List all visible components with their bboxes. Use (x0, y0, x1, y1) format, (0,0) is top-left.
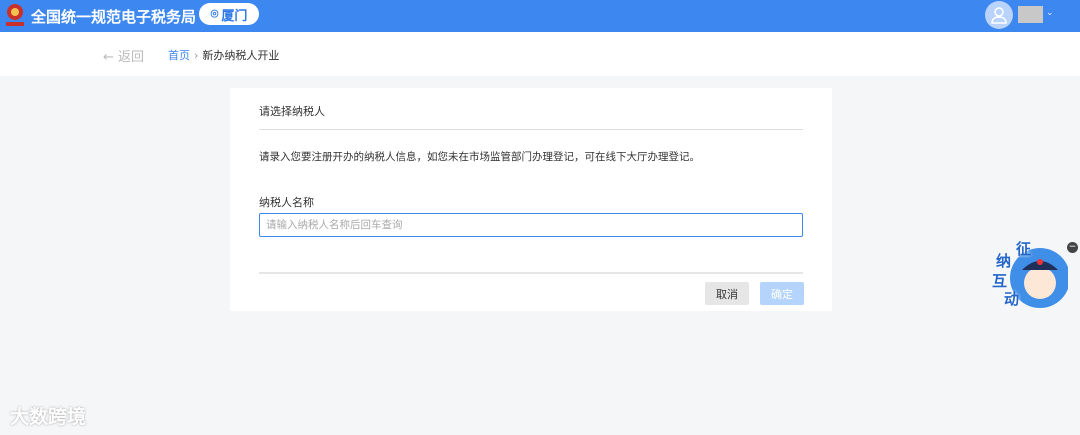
location-pin-icon: ⌾ (210, 6, 219, 22)
city-label: 厦门 (221, 8, 248, 24)
watermark: 大数跨境 (10, 406, 87, 428)
breadcrumb-home[interactable]: 首页 (168, 49, 190, 62)
chevron-down-icon[interactable]: ⌄ (1046, 8, 1054, 18)
back-label: 返回 (118, 50, 145, 65)
tax-interaction-assistant[interactable]: 征 纳 互 动 (988, 238, 1070, 310)
site-title: 全国统一规范电子税务局 (31, 8, 197, 26)
divider (259, 272, 803, 274)
arrow-left-icon: ← (103, 50, 114, 65)
confirm-button[interactable]: 确定 (760, 282, 804, 305)
top-header: 全国统一规范电子税务局 ⌾ 厦门 ⌄ (0, 0, 1080, 32)
card-title: 请选择纳税人 (259, 105, 325, 118)
select-taxpayer-card: 请选择纳税人 请录入您要注册开办的纳税人信息，如您未在市场监管部门办理登记，可在… (230, 88, 832, 311)
user-avatar[interactable] (985, 1, 1013, 29)
breadcrumb-current: 新办纳税人开业 (202, 49, 280, 62)
assistant-char: 纳 (996, 252, 1012, 270)
breadcrumb: 首页 › 新办纳税人开业 (168, 47, 279, 63)
assistant-char: 动 (1004, 290, 1020, 308)
taxpayer-name-input[interactable] (259, 213, 803, 237)
divider (259, 129, 803, 130)
minimize-assistant-button[interactable]: − (1067, 242, 1078, 253)
back-button[interactable]: ← 返回 (103, 46, 144, 65)
user-icon (991, 7, 1007, 24)
chevron-right-icon: › (194, 49, 199, 62)
taxpayer-name-label: 纳税人名称 (259, 196, 314, 209)
breadcrumb-bar (0, 32, 1080, 76)
city-selector[interactable]: ⌾ 厦门 (199, 3, 259, 25)
user-name-redacted[interactable] (1018, 6, 1043, 23)
tax-emblem-icon (6, 4, 24, 26)
card-description: 请录入您要注册开办的纳税人信息，如您未在市场监管部门办理登记，可在线下大厅办理登… (259, 151, 700, 163)
assistant-char: 征 (1016, 240, 1032, 258)
cancel-button[interactable]: 取消 (705, 282, 749, 305)
